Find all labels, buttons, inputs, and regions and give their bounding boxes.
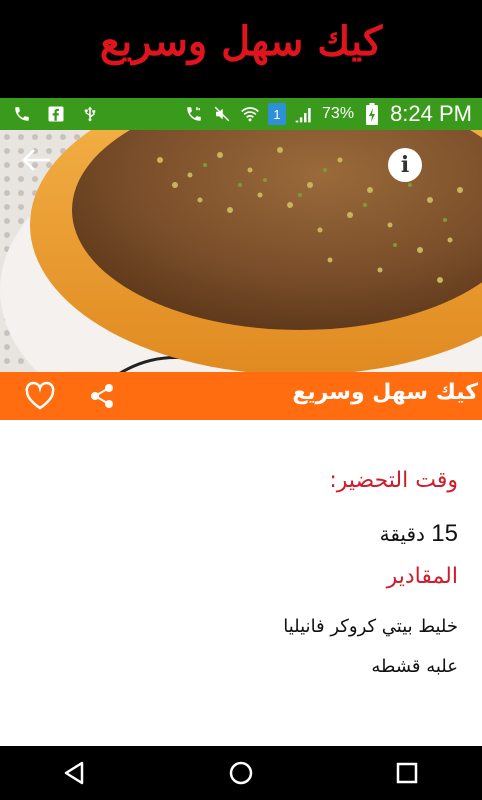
phone-icon [12,104,32,124]
system-navigation-bar [0,746,482,800]
status-bar: 1 73% 8:24 PM [0,98,482,130]
banner-title: كيك سهل وسريع [99,18,383,65]
wifi-icon [240,104,260,124]
ingredient-item: خليط بيتي كروكر فانيليا [283,616,458,637]
info-icon[interactable]: i [388,148,422,182]
prep-time-value: 15 دقيقة [380,520,458,548]
app-banner: كيك سهل وسريع [0,0,482,98]
signal-icon [294,104,314,124]
nav-recents-icon[interactable] [392,758,422,788]
mute-icon [212,104,232,124]
sim-badge: 1 [273,106,281,122]
battery-percent: 73% [322,105,355,122]
sim-icon: 1 [268,103,287,125]
call-forward-icon [184,104,204,124]
back-arrow-icon[interactable] [20,146,52,174]
prep-time-unit: دقيقة [379,522,425,546]
usb-icon [80,104,100,124]
battery-charging-icon [362,103,382,125]
nav-back-icon[interactable] [60,758,90,788]
favorite-heart-icon[interactable] [24,381,56,411]
ingredients-label: المقادير [386,564,458,589]
recipe-details: وقت التحضير: 15 دقيقة المقادير خليط بيتي… [0,420,482,746]
ingredient-item: علبه قشطه [371,656,458,677]
recipe-action-bar: كيك سهل وسريع [0,372,482,420]
facebook-icon [46,104,66,124]
prep-time-label: وقت التحضير: [329,468,458,493]
recipe-title: كيك سهل وسريع [292,380,478,405]
nav-home-icon[interactable] [226,758,256,788]
prep-time-number: 15 [431,520,458,547]
share-icon[interactable] [88,382,116,410]
status-time: 8:24 PM [390,101,472,126]
